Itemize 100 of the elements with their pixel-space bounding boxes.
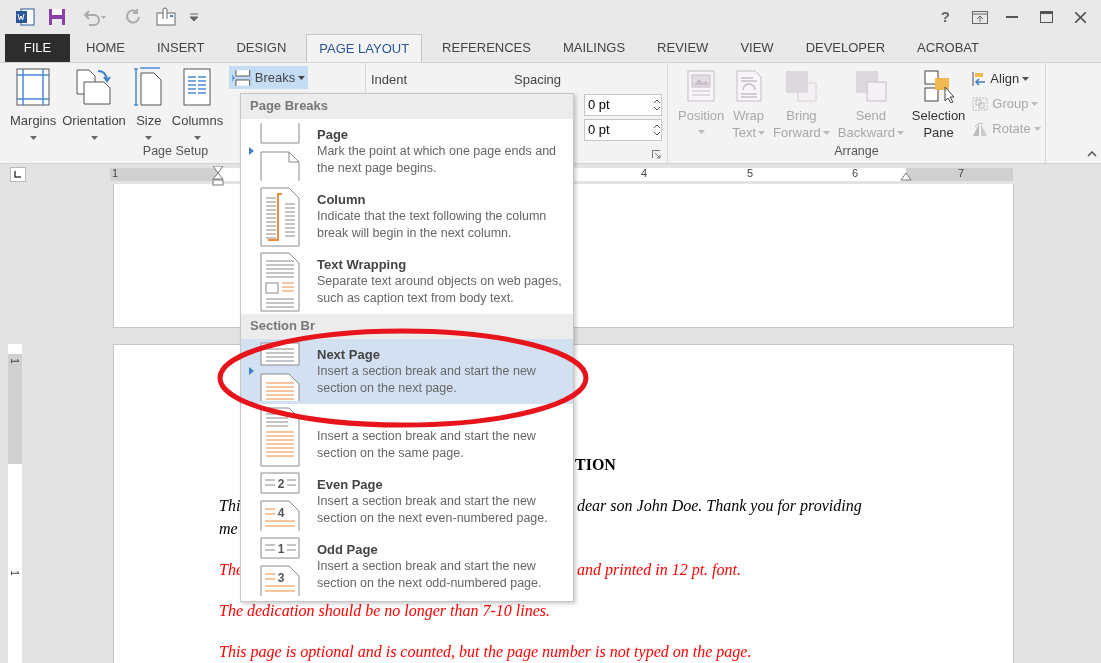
group-icon — [971, 95, 990, 112]
rotate-icon — [971, 120, 990, 137]
save-icon[interactable] — [48, 8, 66, 26]
menu-item[interactable]: 1 3 Odd Page Insert a section break and start the new section on the next odd-numbered page. — [241, 534, 573, 599]
ribbon-tab[interactable]: VIEW — [724, 34, 790, 62]
body-text: Thi — [219, 497, 241, 514]
page-size-icon — [133, 67, 164, 108]
menu-item-title: Page — [317, 126, 350, 143]
ribbon-tab[interactable]: ACROBAT — [901, 34, 995, 62]
menu-item[interactable]: Column Indicate that the text following the column break will begin in the next column. — [241, 184, 573, 249]
menu-item-title: Odd Page — [317, 541, 379, 558]
ribbon-button[interactable]: Columns — [167, 66, 228, 140]
dialog-launcher-icon[interactable] — [652, 150, 661, 159]
ribbon-tab[interactable]: HOME — [70, 34, 141, 62]
heading-text: TION — [575, 455, 616, 475]
spacing-field[interactable]: 0 pt — [584, 118, 662, 141]
ruler-number: 5 — [747, 166, 754, 180]
ribbon-tab[interactable]: REFERENCES — [426, 34, 547, 62]
spacing-label: Spacing — [514, 71, 561, 89]
caret-icon — [1033, 126, 1041, 131]
columns-icon — [182, 68, 213, 107]
ruler-number: 7 — [958, 166, 965, 180]
ruler-number: 1 — [8, 570, 19, 576]
ruler-number: 1 — [112, 166, 119, 180]
collapse-ribbon-icon[interactable] — [1087, 151, 1097, 157]
word-icon[interactable] — [15, 7, 35, 27]
bring-forward-icon — [784, 69, 819, 103]
indent-marker-icon[interactable] — [212, 165, 224, 186]
body-text: and printed in 12 pt. font. — [577, 560, 741, 581]
menu-item-description: Separate text around objects on web pages, such as caption text from body text. — [317, 273, 563, 307]
help-button[interactable]: ? — [940, 5, 950, 29]
caret-icon — [145, 136, 153, 140]
menu-item-title: Even Page — [317, 476, 384, 493]
page-break-icon — [232, 69, 252, 86]
caret-icon — [1031, 101, 1039, 106]
ruler-number: 1 — [8, 358, 19, 364]
menu-item-title: Text Wrapping — [317, 256, 408, 273]
breaks-button[interactable]: Breaks — [229, 66, 309, 89]
menu-item-description: Mark the point at which one page ends and the next page begins. — [317, 143, 558, 177]
ribbon-button[interactable]: Selection Pane — [907, 68, 970, 141]
ribbon-tab[interactable]: INSERT — [141, 34, 221, 62]
menu-item-description: Insert a section break and start the new section on the next page. — [317, 363, 537, 397]
body-text: The dedication should be no longer than 7-10 lines. — [219, 601, 551, 622]
customize-icon[interactable] — [190, 13, 198, 21]
menu-item[interactable]: Insert a section break and start the new section on the same page. — [241, 404, 573, 469]
spinner-icon[interactable] — [653, 97, 661, 112]
menu-item-description: Insert a section break and start the new section on the next even-numbered page. — [317, 493, 549, 527]
body-text: This page is optional and is counted, but the page number is not typed on the page. — [219, 642, 752, 663]
caret-icon — [90, 136, 98, 140]
column-break-icon — [257, 185, 301, 248]
ruler-number: 6 — [852, 166, 859, 180]
close-icon[interactable] — [1075, 11, 1086, 23]
menu-section-header: Page Breaks — [250, 97, 329, 115]
spinner-icon[interactable] — [653, 122, 661, 137]
ribbon-button[interactable]: Margins — [0, 66, 59, 140]
ribbon-tab[interactable]: MAILINGS — [546, 34, 642, 62]
menu-item-title: Next Page — [317, 346, 381, 363]
tab-selector-icon[interactable] — [10, 166, 26, 182]
text-wrapping-icon — [257, 250, 301, 313]
continuous-icon — [257, 405, 301, 468]
menu-section-header: Section Br — [250, 317, 315, 335]
wrap-text-icon — [735, 70, 762, 102]
touch-mode-icon[interactable] — [156, 7, 176, 27]
next-page-icon — [257, 340, 301, 403]
ribbon-tab[interactable]: REVIEW — [641, 34, 725, 62]
ribbon-small-button[interactable]: Align — [971, 66, 1041, 91]
body-text: me — [219, 519, 238, 539]
maximize-icon[interactable] — [1040, 11, 1053, 23]
ribbon-tab[interactable]: PAGE LAYOUT — [306, 34, 423, 62]
ruler-number: 4 — [641, 166, 648, 180]
menu-item[interactable]: Text Wrapping Separate text around objects on web pages, such as caption text from body text. — [241, 249, 573, 314]
menu-item-description: Insert a section break and start the new section on the next odd-numbered page. — [317, 558, 543, 592]
menu-item-description: Insert a section break and start the new section on the same page. — [317, 428, 537, 462]
menu-item[interactable]: Page Mark the point at which one page ends and the next page begins. — [241, 119, 573, 184]
caret-icon — [29, 136, 37, 140]
caret-icon — [1022, 76, 1030, 81]
spacing-field[interactable]: 0 pt — [584, 93, 662, 116]
menu-item-description: Indicate that the text following the column break will begin in the next column. — [317, 208, 548, 242]
minimize-icon[interactable] — [1006, 15, 1018, 19]
send-backward-icon — [853, 69, 888, 103]
selection-pane-icon — [922, 69, 955, 103]
caret-icon — [298, 75, 306, 80]
body-text: dear son John Doe. Thank you for providing — [577, 496, 862, 517]
menu-item[interactable]: 2 4 Even Page Insert a section break and start the new section on the next even-numbered page. — [241, 469, 573, 534]
right-indent-marker-icon[interactable] — [900, 171, 912, 181]
ribbon-tab[interactable]: DEVELOPER — [789, 34, 902, 62]
ribbon-button[interactable]: Size — [129, 66, 168, 140]
menu-item[interactable]: Next Page Insert a section break and start the new section on the next page. — [241, 339, 573, 404]
group-label: Page Setup — [142, 143, 209, 161]
menu-item-title: Column — [317, 191, 367, 208]
file-tab[interactable]: FILE — [5, 34, 70, 62]
group-label: Arrange — [834, 143, 879, 161]
caret-icon — [194, 136, 201, 140]
position-icon — [687, 70, 716, 102]
ribbon-tab[interactable]: DESIGN — [220, 34, 303, 62]
ribbon-display-icon[interactable] — [972, 10, 988, 24]
ribbon-button[interactable]: Orientation — [58, 66, 130, 140]
align-icon — [971, 70, 988, 87]
indent-label: Indent — [371, 71, 409, 89]
page-break-icon — [257, 120, 301, 183]
